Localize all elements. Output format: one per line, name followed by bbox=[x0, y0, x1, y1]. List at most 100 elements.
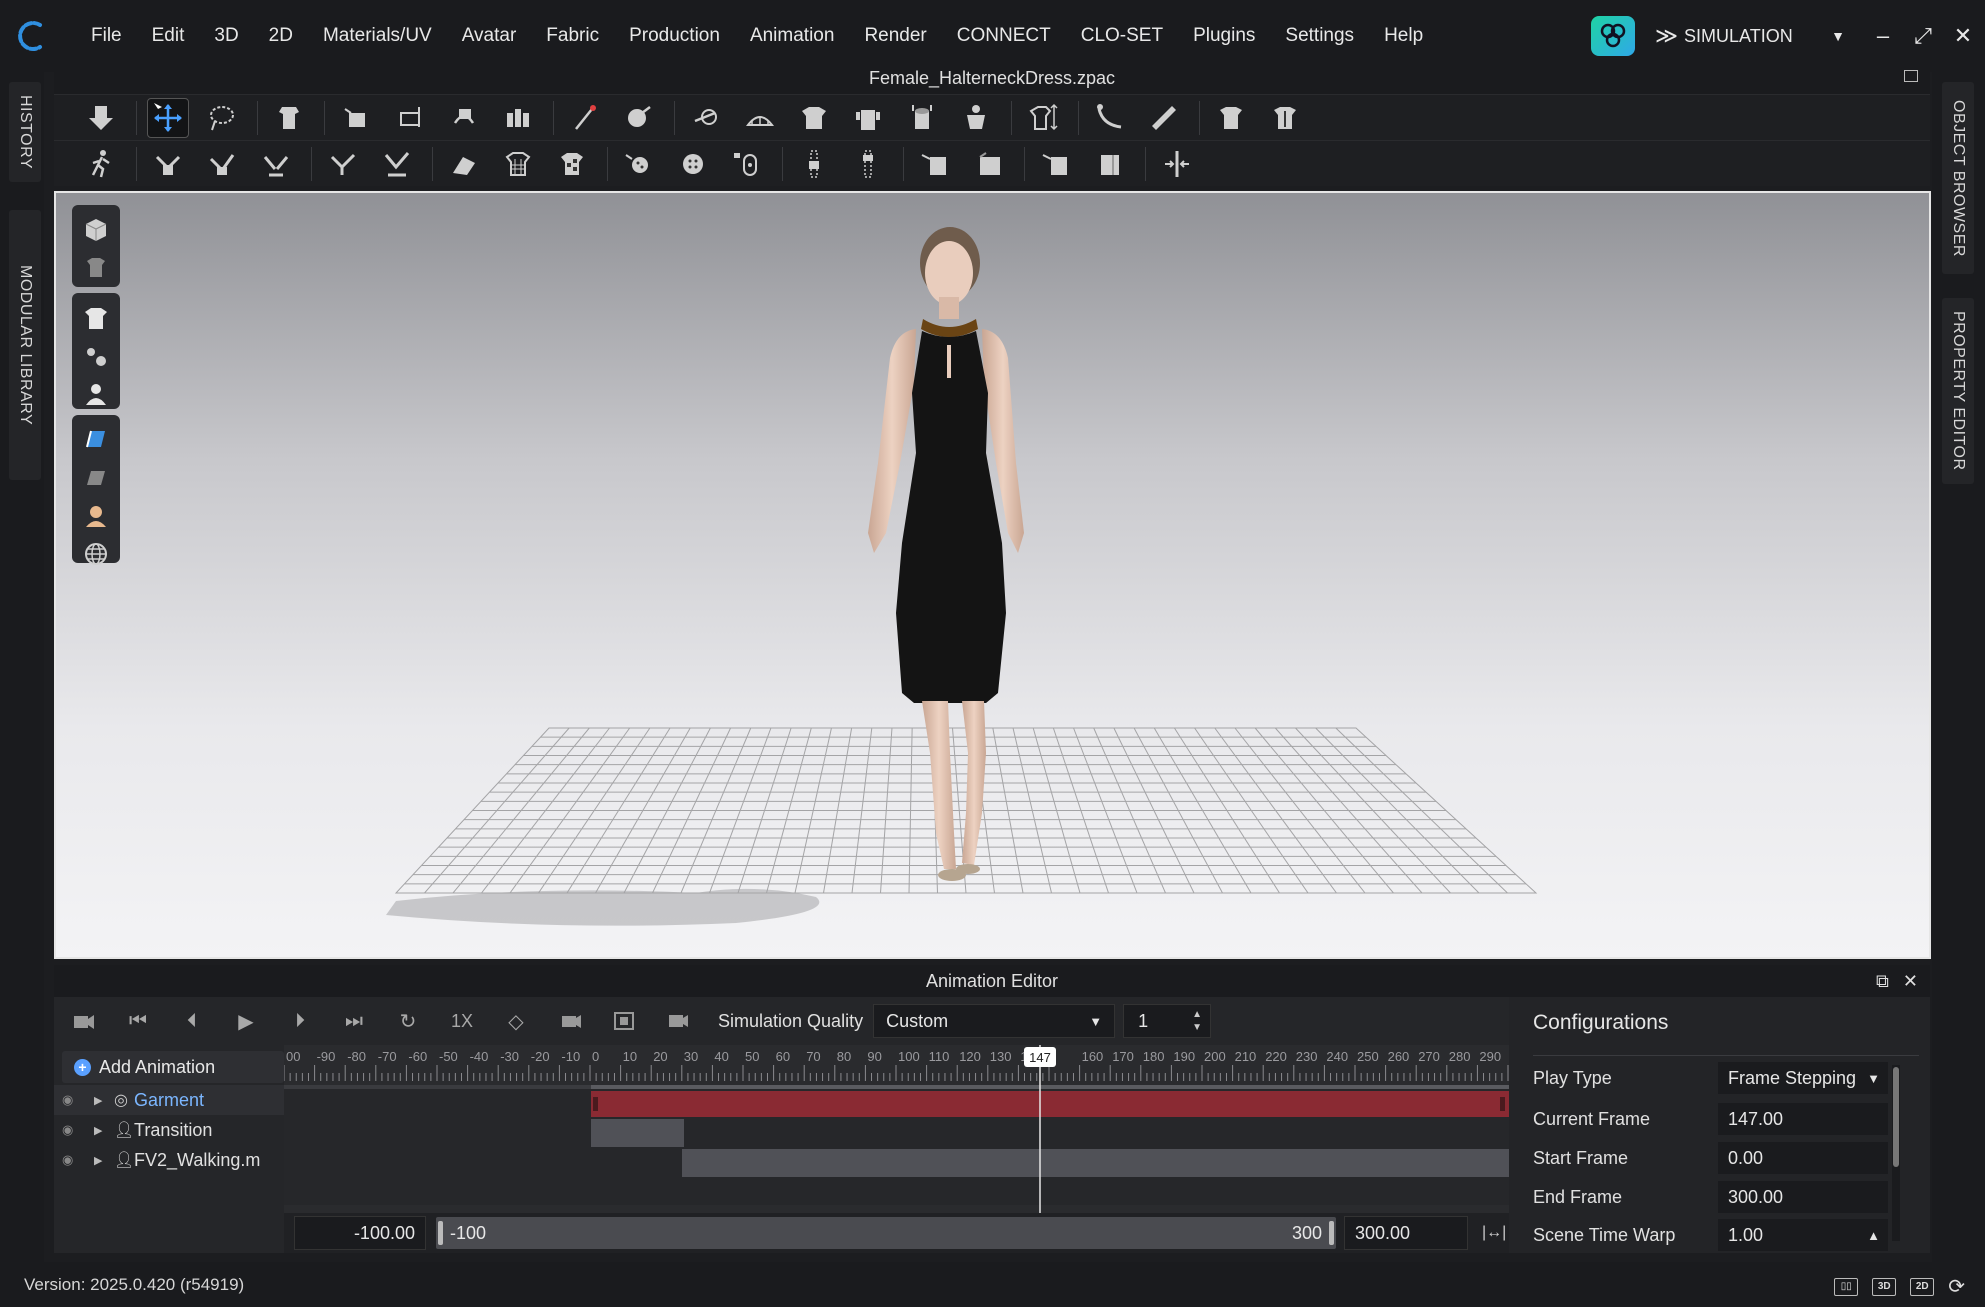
tab-property-editor[interactable]: PROPERTY EDITOR bbox=[1942, 298, 1974, 484]
cylinder-fit-icon[interactable] bbox=[901, 98, 943, 138]
close-button[interactable]: ✕ bbox=[1945, 23, 1981, 49]
minimize-button[interactable]: – bbox=[1865, 23, 1901, 49]
button-icon[interactable] bbox=[618, 144, 660, 184]
avatar-garment-icon[interactable] bbox=[955, 98, 997, 138]
clo-logo-icon[interactable] bbox=[16, 19, 46, 53]
record-camera-icon[interactable] bbox=[64, 1003, 104, 1039]
close-panel-icon[interactable]: ✕ bbox=[1903, 965, 1918, 997]
camera-record-icon[interactable] bbox=[550, 1003, 590, 1039]
simulation-quality-select[interactable]: Custom ▼ bbox=[873, 1004, 1116, 1038]
fitted-garment-icon[interactable] bbox=[793, 98, 835, 138]
measure-garment-icon[interactable] bbox=[1022, 98, 1064, 138]
view-3d-button[interactable]: 3D bbox=[1872, 1277, 1897, 1296]
expand-arrow-icon[interactable]: ▶ bbox=[94, 1154, 108, 1167]
frame-capture-icon[interactable] bbox=[604, 1003, 644, 1039]
keyframe-diamond-icon[interactable]: ◇ bbox=[496, 1003, 536, 1039]
binding-edit-icon[interactable] bbox=[968, 144, 1010, 184]
track-row-garment[interactable]: ◉ ▶ ◎ Garment bbox=[54, 1085, 284, 1115]
end-frame-input[interactable]: 300.00 bbox=[1718, 1181, 1888, 1213]
tack-icon[interactable] bbox=[618, 98, 660, 138]
mode-select[interactable]: ≫ SIMULATION ▼ bbox=[1655, 16, 1865, 56]
piping-edit-icon[interactable] bbox=[1089, 144, 1131, 184]
clo-set-app-icon[interactable] bbox=[1591, 16, 1635, 56]
mesh-view-icon[interactable] bbox=[78, 463, 114, 493]
configurations-scrollbar[interactable] bbox=[1892, 1065, 1900, 1241]
spinner-arrows-icon[interactable]: ▲ ▼ bbox=[1192, 1008, 1202, 1034]
fold-tool-icon[interactable] bbox=[443, 98, 485, 138]
garment-track-clip[interactable] bbox=[591, 1091, 1509, 1117]
range-end-input[interactable]: 300.00 bbox=[1344, 1216, 1468, 1250]
garment-measure-icon[interactable] bbox=[1264, 98, 1306, 138]
track-row-transition[interactable]: ◉ ▶ 👤︎ Transition bbox=[54, 1115, 284, 1145]
garment-fit-map-icon[interactable] bbox=[1210, 98, 1252, 138]
mesh-garment-icon[interactable] bbox=[497, 144, 539, 184]
zipper-icon[interactable] bbox=[793, 144, 835, 184]
play-icon[interactable]: ▶ bbox=[226, 1003, 266, 1039]
spinner-up-icon[interactable]: ▲ bbox=[1867, 1228, 1880, 1243]
range-start-input[interactable]: -100.00 bbox=[294, 1216, 426, 1250]
refresh-icon[interactable]: ⟳ bbox=[1948, 1274, 1965, 1299]
cloth-body-icon[interactable] bbox=[847, 98, 889, 138]
eye-icon[interactable]: ◉ bbox=[62, 1122, 80, 1138]
piping-icon[interactable] bbox=[1035, 144, 1077, 184]
lasso-select-icon[interactable] bbox=[201, 98, 243, 138]
scene-time-warp-input[interactable]: 1.00 ▲ bbox=[1718, 1219, 1888, 1251]
select-move-icon[interactable] bbox=[147, 97, 189, 138]
expand-arrow-icon[interactable]: ▶ bbox=[94, 1094, 108, 1107]
pin-icon[interactable] bbox=[564, 98, 606, 138]
split-view-icon[interactable]: ▯▯ bbox=[1834, 1277, 1859, 1296]
restore-window-icon[interactable] bbox=[1904, 70, 1918, 82]
fitting-suit-icon[interactable] bbox=[497, 98, 539, 138]
fit-range-icon[interactable]: |↔| bbox=[1482, 1224, 1506, 1242]
eye-icon[interactable]: ◉ bbox=[62, 1092, 80, 1108]
loop-icon[interactable]: ↻ bbox=[388, 1003, 428, 1039]
restore-panel-icon[interactable]: ⧉ bbox=[1876, 965, 1889, 997]
show-garment-icon[interactable] bbox=[78, 303, 114, 333]
3d-viewport[interactable] bbox=[54, 191, 1931, 959]
arrange-icon[interactable] bbox=[335, 98, 377, 138]
maximize-button[interactable]: ⤢ bbox=[1905, 23, 1941, 49]
multi-sewing-icon[interactable] bbox=[255, 144, 297, 184]
ruler-icon[interactable] bbox=[1143, 98, 1185, 138]
fold-angle-icon[interactable] bbox=[376, 144, 418, 184]
select-mesh-icon[interactable] bbox=[443, 144, 485, 184]
garment-simulate-icon[interactable] bbox=[268, 98, 310, 138]
garment-view-icon[interactable] bbox=[78, 253, 114, 283]
binding-icon[interactable] bbox=[914, 144, 956, 184]
play-type-select[interactable]: Frame Stepping ▼ bbox=[1718, 1062, 1888, 1094]
fold-line-icon[interactable] bbox=[322, 144, 364, 184]
tab-modular-library[interactable]: MODULAR LIBRARY bbox=[9, 210, 41, 480]
download-arrow-icon[interactable] bbox=[80, 98, 122, 138]
tab-history[interactable]: HISTORY bbox=[9, 82, 41, 182]
expand-arrow-icon[interactable]: ▶ bbox=[94, 1124, 108, 1137]
current-frame-input[interactable]: 147.00 bbox=[1718, 1103, 1888, 1135]
show-avatar-icon[interactable] bbox=[78, 379, 114, 409]
track-row-walking[interactable]: ◉ ▶ 👤︎ FV2_Walking.m bbox=[54, 1145, 284, 1175]
start-frame-input[interactable]: 0.00 bbox=[1718, 1142, 1888, 1174]
tab-object-browser[interactable]: OBJECT BROWSER bbox=[1942, 82, 1974, 274]
add-animation-button[interactable]: + Add Animation bbox=[62, 1051, 284, 1083]
simulation-quality-stepper[interactable]: 1 ▲ ▼ bbox=[1123, 1004, 1212, 1038]
scrollbar-thumb[interactable] bbox=[1893, 1067, 1899, 1167]
speed-button[interactable]: 1X bbox=[442, 1003, 482, 1039]
fold-arrange-icon[interactable] bbox=[389, 98, 431, 138]
zipper-slider-icon[interactable] bbox=[847, 144, 889, 184]
range-slider[interactable]: -100 300 bbox=[436, 1217, 1336, 1249]
free-sewing-icon[interactable] bbox=[201, 144, 243, 184]
steam-icon[interactable] bbox=[685, 98, 727, 138]
next-frame-icon[interactable]: ⏵ bbox=[280, 1003, 320, 1039]
tape-measure-curve-icon[interactable] bbox=[1089, 98, 1131, 138]
walking-track-clip[interactable] bbox=[682, 1149, 1509, 1177]
texture-view-icon[interactable] bbox=[78, 425, 114, 455]
sewing-segment-icon[interactable] bbox=[147, 144, 189, 184]
transition-track-clip[interactable] bbox=[591, 1119, 684, 1147]
checker-garment-icon[interactable] bbox=[551, 144, 593, 184]
view-2d-button[interactable]: 2D bbox=[1910, 1277, 1935, 1296]
environment-globe-icon[interactable] bbox=[78, 539, 114, 569]
puckering-icon[interactable] bbox=[1156, 144, 1198, 184]
skip-to-start-icon[interactable]: ⏮ bbox=[118, 1003, 158, 1039]
previous-frame-icon[interactable]: ⏴ bbox=[172, 1003, 212, 1039]
skip-to-end-icon[interactable]: ⏭ bbox=[334, 1003, 374, 1039]
buttonhole-icon[interactable] bbox=[672, 144, 714, 184]
3d-cube-view-icon[interactable] bbox=[78, 215, 114, 245]
